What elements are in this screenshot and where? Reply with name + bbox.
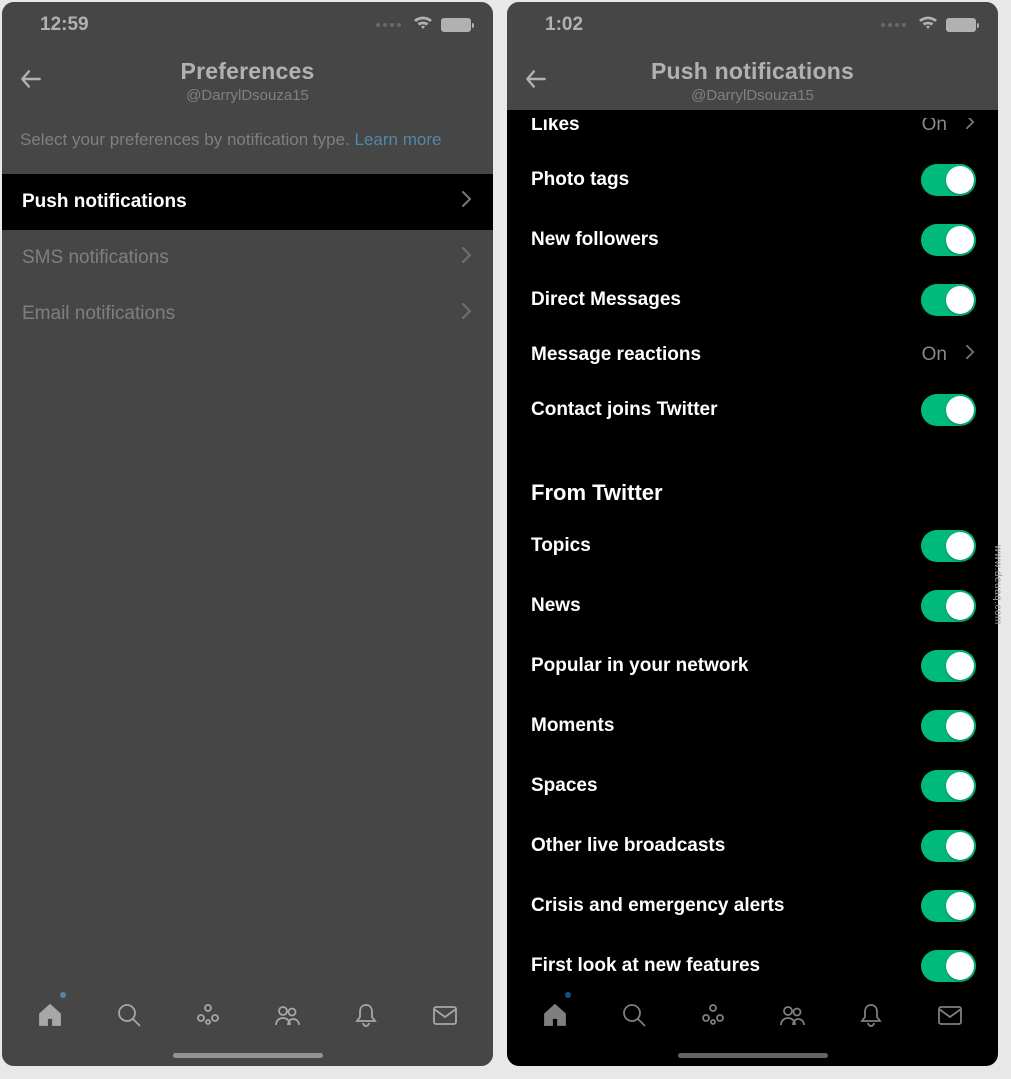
row-label: News — [531, 595, 581, 617]
tab-bar — [507, 982, 998, 1066]
home-indicator — [173, 1053, 323, 1058]
row-label: Likes — [531, 118, 580, 136]
tab-spaces[interactable] — [193, 1001, 223, 1034]
toggle-switch[interactable] — [921, 950, 976, 982]
tab-bar — [2, 982, 493, 1066]
page-title: Preferences — [22, 58, 473, 85]
chevron-right-icon — [965, 344, 976, 366]
row-label: Moments — [531, 715, 614, 737]
tab-home[interactable] — [35, 1001, 65, 1034]
toggle-switch[interactable] — [921, 224, 976, 256]
chevron-right-icon — [461, 190, 473, 214]
preferences-intro: Select your preferences by notification … — [2, 118, 493, 174]
tab-search[interactable] — [619, 1001, 649, 1034]
screen-header: Push notifications @DarrylDsouza15 — [507, 48, 998, 118]
cellular-dots-icon — [376, 23, 401, 27]
home-indicator — [678, 1053, 828, 1058]
row-popular-in-network[interactable]: Popular in your network — [507, 636, 998, 696]
screen-header: Preferences @DarrylDsouza15 — [2, 48, 493, 118]
back-button[interactable] — [18, 66, 44, 97]
status-bar: 1:02 — [507, 2, 998, 48]
row-new-followers[interactable]: New followers — [507, 210, 998, 270]
toggle-switch[interactable] — [921, 284, 976, 316]
chevron-right-icon — [461, 246, 473, 270]
status-bar: 12:59 — [2, 2, 493, 48]
watermark: www.deuaq.com — [992, 545, 1003, 625]
page-title: Push notifications — [527, 58, 978, 85]
home-badge-dot — [60, 992, 66, 998]
toggle-switch[interactable] — [921, 710, 976, 742]
row-likes[interactable]: Likes On — [507, 118, 998, 150]
row-label: Direct Messages — [531, 289, 681, 311]
toggle-switch[interactable] — [921, 650, 976, 682]
phone-preferences: 12:59 Preferences @DarrylDsouza15 Select… — [2, 2, 493, 1066]
home-badge-dot — [565, 992, 571, 998]
row-direct-messages[interactable]: Direct Messages — [507, 270, 998, 330]
toggle-switch[interactable] — [921, 590, 976, 622]
page-subtitle: @DarrylDsouza15 — [22, 87, 473, 104]
tab-messages[interactable] — [430, 1001, 460, 1034]
row-label: Other live broadcasts — [531, 835, 725, 857]
tab-notifications[interactable] — [351, 1001, 381, 1034]
section-header-from-twitter: From Twitter — [507, 458, 998, 516]
tab-messages[interactable] — [935, 1001, 965, 1034]
row-label: Email notifications — [22, 303, 175, 325]
row-label: Contact joins Twitter — [531, 399, 717, 421]
row-label: Popular in your network — [531, 655, 748, 677]
settings-scroll[interactable]: Likes On Photo tags New followers Direct… — [507, 118, 998, 982]
tab-notifications[interactable] — [856, 1001, 886, 1034]
tab-search[interactable] — [114, 1001, 144, 1034]
row-email-notifications[interactable]: Email notifications — [2, 286, 493, 342]
row-value: On — [922, 118, 947, 136]
toggle-switch[interactable] — [921, 830, 976, 862]
row-first-look-features[interactable]: First look at new features — [507, 936, 998, 982]
toggle-switch[interactable] — [921, 530, 976, 562]
row-news[interactable]: News — [507, 576, 998, 636]
row-crisis-alerts[interactable]: Crisis and emergency alerts — [507, 876, 998, 936]
row-label: Topics — [531, 535, 591, 557]
wifi-icon — [413, 15, 433, 35]
chevron-right-icon — [461, 302, 473, 326]
row-label: New followers — [531, 229, 659, 251]
row-contact-joins[interactable]: Contact joins Twitter — [507, 380, 998, 440]
toggle-switch[interactable] — [921, 890, 976, 922]
toggle-switch[interactable] — [921, 394, 976, 426]
row-label: Photo tags — [531, 169, 629, 191]
row-label: First look at new features — [531, 955, 760, 977]
status-time: 12:59 — [40, 14, 89, 36]
tab-home[interactable] — [540, 1001, 570, 1034]
back-button[interactable] — [523, 66, 549, 97]
learn-more-link[interactable]: Learn more — [355, 130, 442, 149]
row-label: Crisis and emergency alerts — [531, 895, 784, 917]
battery-icon — [946, 18, 976, 32]
row-other-live-broadcasts[interactable]: Other live broadcasts — [507, 816, 998, 876]
row-value: On — [922, 344, 947, 366]
row-moments[interactable]: Moments — [507, 696, 998, 756]
row-label: Push notifications — [22, 191, 187, 213]
page-subtitle: @DarrylDsouza15 — [527, 87, 978, 104]
row-spaces[interactable]: Spaces — [507, 756, 998, 816]
row-label: Spaces — [531, 775, 598, 797]
row-label: Message reactions — [531, 344, 701, 366]
intro-text: Select your preferences by notification … — [20, 130, 355, 149]
tab-communities[interactable] — [777, 1001, 807, 1034]
row-sms-notifications[interactable]: SMS notifications — [2, 230, 493, 286]
tab-spaces[interactable] — [698, 1001, 728, 1034]
tab-communities[interactable] — [272, 1001, 302, 1034]
row-label: SMS notifications — [22, 247, 169, 269]
status-indicators — [376, 15, 471, 35]
status-indicators — [881, 15, 976, 35]
phone-push-notifications: 1:02 Push notifications @DarrylDsouza15 … — [507, 2, 998, 1066]
toggle-switch[interactable] — [921, 770, 976, 802]
toggle-switch[interactable] — [921, 164, 976, 196]
chevron-right-icon — [965, 118, 976, 136]
status-time: 1:02 — [545, 14, 583, 36]
cellular-dots-icon — [881, 23, 906, 27]
row-message-reactions[interactable]: Message reactions On — [507, 330, 998, 380]
row-topics[interactable]: Topics — [507, 516, 998, 576]
battery-icon — [441, 18, 471, 32]
wifi-icon — [918, 15, 938, 35]
row-push-notifications[interactable]: Push notifications — [2, 174, 493, 230]
row-photo-tags[interactable]: Photo tags — [507, 150, 998, 210]
